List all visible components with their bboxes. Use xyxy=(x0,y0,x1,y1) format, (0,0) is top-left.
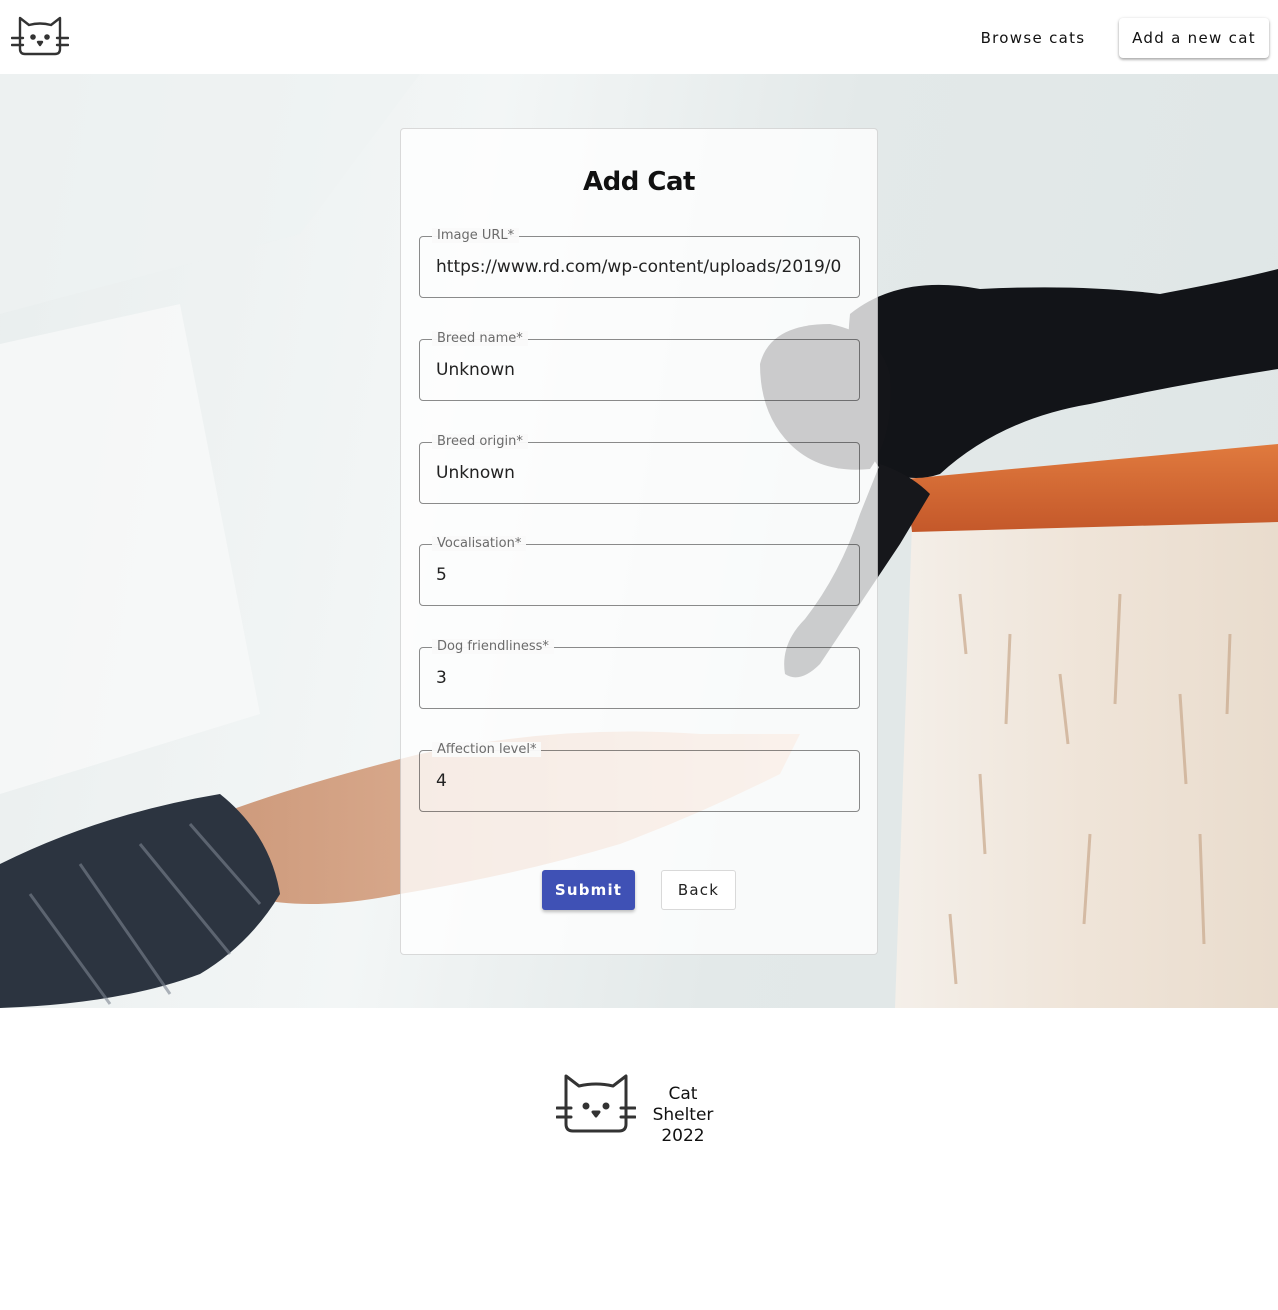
cat-face-icon[interactable] xyxy=(11,11,69,59)
breed-origin-input[interactable] xyxy=(436,461,842,485)
breed-name-label: Breed name* xyxy=(432,331,528,346)
footer-text: Cat Shelter 2022 xyxy=(638,1084,728,1147)
image-url-input[interactable] xyxy=(436,255,842,279)
breed-name-field[interactable]: Breed name* xyxy=(419,331,860,401)
add-cat-form-card: Add Cat Image URL* Breed name* Breed ori… xyxy=(400,128,878,955)
vocalisation-label: Vocalisation* xyxy=(432,536,527,551)
submit-button[interactable]: Submit xyxy=(542,870,635,910)
form-title: Add Cat xyxy=(583,167,695,197)
affection-level-label: Affection level* xyxy=(432,742,542,757)
image-url-label: Image URL* xyxy=(432,228,520,243)
dog-friendliness-field[interactable]: Dog friendliness* xyxy=(419,639,860,709)
breed-origin-label: Breed origin* xyxy=(432,434,528,449)
app-header: Browse cats Add a new cat xyxy=(0,0,1278,74)
affection-level-field[interactable]: Affection level* xyxy=(419,742,860,812)
cat-face-icon xyxy=(556,1074,636,1133)
vocalisation-input[interactable] xyxy=(436,563,842,587)
image-url-field[interactable]: Image URL* xyxy=(419,228,860,298)
footer-year: 2022 xyxy=(661,1126,705,1146)
breed-origin-field[interactable]: Breed origin* xyxy=(419,434,860,504)
vocalisation-field[interactable]: Vocalisation* xyxy=(419,536,860,606)
breed-name-input[interactable] xyxy=(436,358,842,382)
add-new-cat-button[interactable]: Add a new cat xyxy=(1119,18,1269,58)
dog-friendliness-input[interactable] xyxy=(436,666,842,690)
dog-friendliness-label: Dog friendliness* xyxy=(432,639,554,654)
footer-name: Cat Shelter xyxy=(652,1084,714,1125)
affection-level-input[interactable] xyxy=(436,769,842,793)
back-button[interactable]: Back xyxy=(661,870,736,910)
browse-cats-link[interactable]: Browse cats xyxy=(968,18,1098,58)
